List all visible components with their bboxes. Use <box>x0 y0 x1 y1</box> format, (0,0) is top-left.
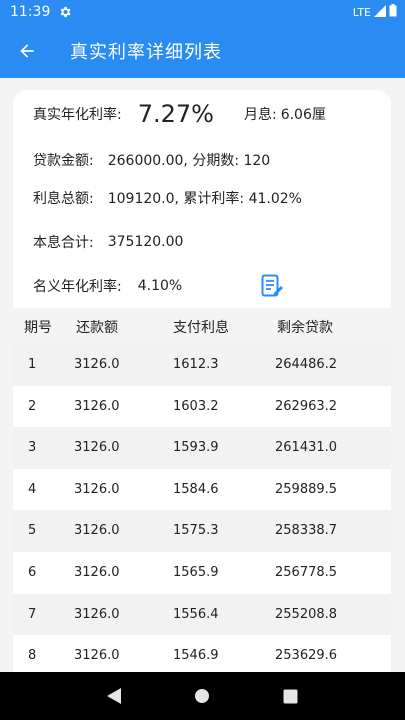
cell-period: 7 <box>28 606 37 622</box>
table-row: 8 3126.0 1546.9 253629.6 <box>13 635 391 677</box>
real-rate-value: 7.27% <box>137 100 214 128</box>
signal-icon <box>374 4 386 20</box>
nominal-rate-label: 名义年化利率: <box>33 279 122 295</box>
app-bar: 真实利率详细列表 <box>0 24 405 78</box>
table-row: 3 3126.0 1593.9 261431.0 <box>13 427 391 469</box>
cell-payment: 3126.0 <box>74 523 120 539</box>
cell-period: 6 <box>28 564 37 580</box>
square-recents-icon <box>283 689 298 703</box>
cell-period: 5 <box>28 523 37 539</box>
monthly-interest-value: 6.06厘 <box>280 107 326 123</box>
triangle-back-icon <box>107 688 122 704</box>
monthly-interest-label: 月息: <box>243 107 277 123</box>
status-bar: 11:39 LTE <box>0 0 405 24</box>
nominal-rate-value: 4.10% <box>137 278 183 294</box>
principal-total-row: 本息合计: 375120.00 <box>33 232 183 252</box>
cell-remaining: 259889.5 <box>275 481 338 497</box>
cell-payment: 3126.0 <box>74 440 120 456</box>
circle-home-icon <box>195 689 210 703</box>
cell-payment: 3126.0 <box>74 648 120 664</box>
cell-payment: 3126.0 <box>74 357 120 372</box>
cell-payment: 3126.0 <box>74 564 120 580</box>
repayment-table: 1 3126.0 1612.3 264486.2 2 3126.0 1603.2… <box>13 344 391 677</box>
nav-home-button[interactable] <box>182 676 222 716</box>
page-title: 真实利率详细列表 <box>70 42 222 63</box>
principal-total-value: 375120.00 <box>107 234 184 250</box>
interest-total-row: 利息总额: 109120.0, 累计利率: 41.02% <box>33 188 302 208</box>
document-icon[interactable] <box>261 274 283 298</box>
interest-total-label: 利息总额: <box>33 191 94 207</box>
gear-icon <box>58 5 72 19</box>
header-period: 期号 <box>24 320 52 336</box>
table-header: 期号 还款额 支付利息 剩余贷款 <box>13 308 391 344</box>
cell-remaining: 261431.0 <box>275 440 338 456</box>
network-type: LTE <box>352 5 371 19</box>
cell-period: 1 <box>28 357 37 372</box>
nav-back-button[interactable] <box>94 676 134 716</box>
cell-remaining: 258338.7 <box>275 523 338 539</box>
cell-interest: 1565.9 <box>173 564 219 580</box>
nominal-rate-row: 名义年化利率: 4.10% <box>33 276 182 296</box>
cell-period: 4 <box>28 481 37 497</box>
cell-remaining: 262963.2 <box>275 398 338 414</box>
cell-period: 8 <box>28 648 37 664</box>
cell-interest: 1575.3 <box>173 523 219 539</box>
arrow-left-icon <box>20 44 34 58</box>
table-row: 7 3126.0 1556.4 255208.8 <box>13 593 391 636</box>
cell-payment: 3126.0 <box>74 481 120 497</box>
cell-interest: 1556.4 <box>173 606 219 622</box>
system-nav-bar <box>0 672 405 720</box>
table-row: 6 3126.0 1565.9 256778.5 <box>13 551 391 594</box>
cell-interest: 1546.9 <box>173 648 219 664</box>
cell-remaining: 264486.2 <box>275 357 338 372</box>
table-row: 5 3126.0 1575.3 258338.7 <box>13 510 391 552</box>
loan-row: 贷款金额: 266000.00, 分期数: 120 <box>33 150 270 170</box>
header-interest: 支付利息 <box>173 320 229 336</box>
nav-recents-button[interactable] <box>271 676 311 716</box>
status-indicators: LTE <box>353 4 397 20</box>
table-row: 2 3126.0 1603.2 262963.2 <box>13 385 391 428</box>
loan-value: 266000.00, 分期数: 120 <box>107 153 271 169</box>
cell-period: 2 <box>28 398 37 414</box>
principal-total-label: 本息合计: <box>33 235 94 251</box>
real-rate-row: 真实年化利率: 7.27% 月息: 6.06厘 <box>33 100 326 128</box>
interest-total-value: 109120.0, 累计利率: 41.02% <box>107 191 302 207</box>
table-row: 1 3126.0 1612.3 264486.2 <box>13 344 391 386</box>
loan-label: 贷款金额: <box>33 153 94 169</box>
summary-card: 真实年化利率: 7.27% 月息: 6.06厘 贷款金额: 266000.00,… <box>13 90 391 320</box>
table-row: 4 3126.0 1584.6 259889.5 <box>13 468 391 511</box>
cell-payment: 3126.0 <box>74 606 120 622</box>
cell-interest: 1584.6 <box>173 481 219 497</box>
battery-icon <box>389 4 397 20</box>
cell-interest: 1593.9 <box>173 440 219 456</box>
cell-interest: 1603.2 <box>173 398 219 414</box>
cell-remaining: 253629.6 <box>275 648 338 664</box>
cell-period: 3 <box>28 440 37 456</box>
real-rate-label: 真实年化利率: <box>33 107 122 123</box>
back-button[interactable] <box>0 24 54 78</box>
cell-remaining: 256778.5 <box>275 564 338 580</box>
header-payment: 还款额 <box>76 320 118 336</box>
cell-interest: 1612.3 <box>173 357 219 372</box>
cell-payment: 3126.0 <box>74 398 120 414</box>
cell-remaining: 255208.8 <box>275 606 338 622</box>
header-remaining: 剩余贷款 <box>277 320 333 336</box>
status-time: 11:39 <box>10 4 51 20</box>
